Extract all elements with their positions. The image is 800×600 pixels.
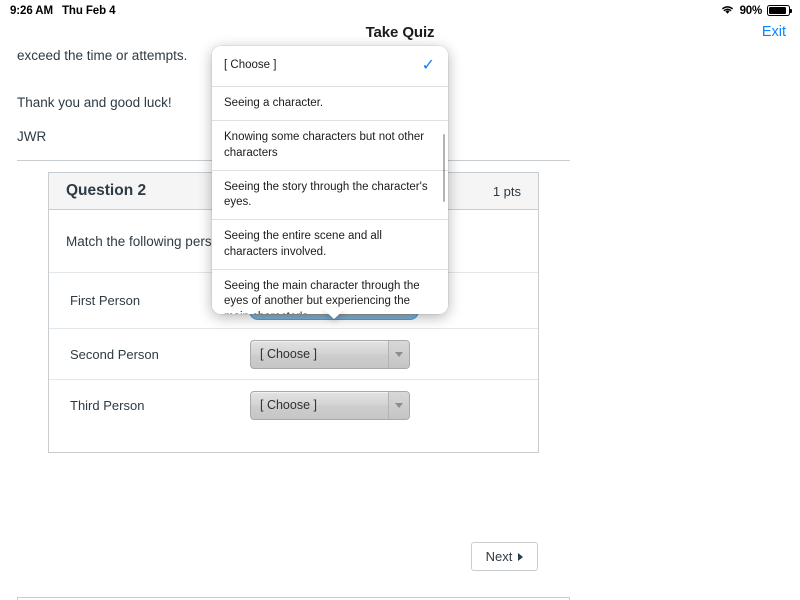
chevron-down-icon [395, 402, 403, 408]
status-bar-left: 9:26 AM Thu Feb 4 [10, 5, 115, 17]
next-button[interactable]: Next [471, 542, 538, 571]
list-item[interactable]: Knowing some characters but not other ch… [212, 121, 448, 171]
option-label: Seeing the story through the character's… [224, 180, 428, 209]
ios-status-bar: 9:26 AM Thu Feb 4 90% [0, 0, 800, 21]
select-options-list: [ Choose ] ✓ Seeing a character. Knowing… [212, 46, 448, 314]
page-title: Take Quiz [365, 23, 435, 41]
caret-right-icon [518, 552, 524, 561]
match-row: Second Person [ Choose ] [49, 328, 538, 379]
popover-scrollbar[interactable] [442, 134, 445, 202]
battery-percent-label: 90% [739, 4, 763, 17]
exit-button[interactable]: Exit [762, 24, 786, 40]
question-points: 1 pts [492, 183, 521, 199]
next-button-label: Next [485, 549, 513, 564]
wifi-icon [720, 4, 735, 18]
status-bar-right: 90% [720, 4, 792, 18]
status-bar-time: 9:26 AM [10, 4, 53, 17]
select-second-person-arrow[interactable] [388, 340, 409, 368]
option-label: Seeing the entire scene and all characte… [224, 230, 382, 258]
list-item[interactable]: Seeing a character. [212, 87, 448, 122]
match-row: Third Person [ Choose ] [49, 379, 538, 430]
select-third-person-arrow[interactable] [388, 391, 409, 419]
select-options-popover[interactable]: [ Choose ] ✓ Seeing a character. Knowing… [212, 46, 448, 314]
battery-icon [767, 5, 792, 16]
list-item[interactable]: [ Choose ] ✓ [212, 46, 448, 87]
match-label-second-person: Second Person [70, 346, 159, 362]
popover-pointer-arrow [322, 308, 346, 319]
select-second-person[interactable]: [ Choose ] [250, 339, 410, 369]
option-label: Seeing a character. [224, 97, 324, 109]
checkmark-icon: ✓ [421, 57, 435, 74]
option-label: Knowing some characters but not other ch… [224, 131, 425, 159]
select-third-person[interactable]: [ Choose ] [250, 390, 410, 420]
navigation-bar: Take Quiz Exit [0, 21, 800, 43]
question-title: Question 2 [66, 182, 147, 199]
option-label: [ Choose ] [224, 59, 277, 72]
list-item[interactable]: Seeing the entire scene and all characte… [212, 220, 448, 270]
list-item[interactable]: Seeing the story through the character's… [212, 170, 448, 221]
select-third-person-value: [ Choose ] [260, 398, 317, 412]
chevron-down-icon [395, 351, 403, 357]
select-second-person-value: [ Choose ] [260, 347, 317, 361]
status-bar-date: Thu Feb 4 [61, 4, 116, 17]
match-label-third-person: Third Person [70, 397, 145, 413]
